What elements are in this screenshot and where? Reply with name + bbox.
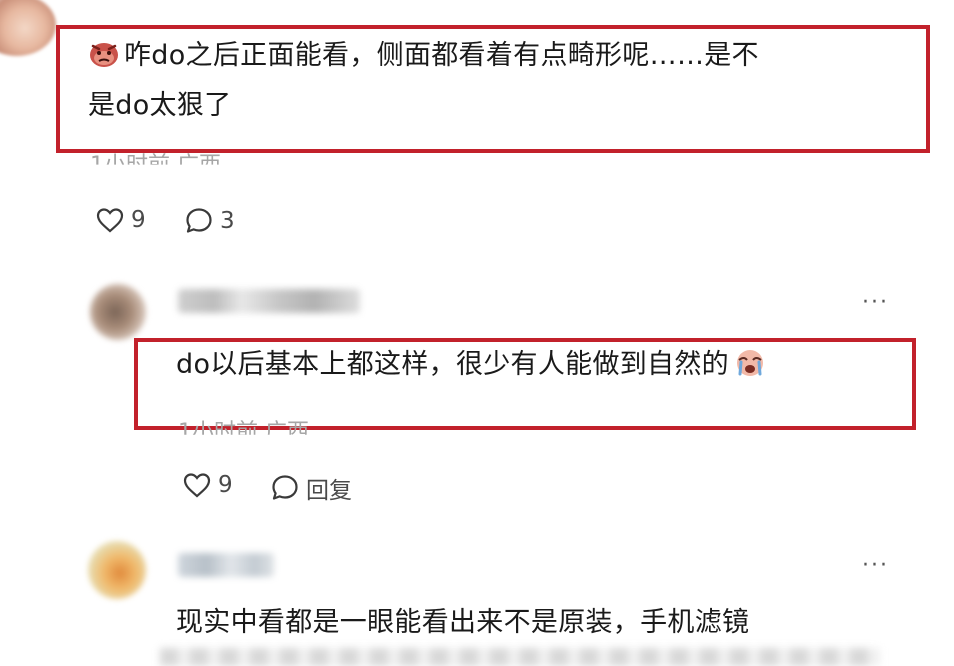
like-button[interactable]: 9 [95,206,146,234]
reply-count: 3 [220,208,235,234]
avatar[interactable] [90,284,146,340]
comment-meta: 1小时前 广西 [90,153,221,178]
cut-off-text-line [160,648,880,666]
reply-count-button[interactable]: 3 [184,206,235,236]
like-count: 9 [131,207,146,233]
comment-text-line1: 咋do之后正面能看，侧面都看着有点畸形呢……是不 [124,40,759,71]
avatar[interactable] [88,541,146,599]
comment-bubble-icon [186,208,212,233]
comment-text-line2: 是do太狠了 [88,90,232,121]
reply-text-row: do以后基本上都这样，很少有人能做到自然的 [176,345,771,385]
like-count: 9 [218,472,233,498]
avatar[interactable] [0,0,56,56]
reply-meta: 1小时前 广西 [178,420,309,445]
reply-text: do以后基本上都这样，很少有人能做到自然的 [176,349,729,380]
username[interactable] [178,289,360,313]
username[interactable] [178,553,274,577]
comment-bubble-icon [272,475,298,500]
heart-icon [96,208,124,233]
more-options-button[interactable]: ··· [862,553,889,578]
reply-label: 回复 [306,478,352,504]
more-options-button[interactable]: ··· [862,290,889,315]
comment-text: 咋do之后正面能看，侧面都看着有点畸形呢……是不 [88,36,759,76]
heart-icon [183,473,211,498]
like-button[interactable]: 9 [182,471,233,499]
comment-text: 现实中看都是一眼能看出来不是原装，手机滤镜 [176,607,750,638]
crying-face-icon [736,350,763,376]
angry-face-icon [90,43,118,67]
reply-button[interactable]: 回复 [270,471,352,505]
